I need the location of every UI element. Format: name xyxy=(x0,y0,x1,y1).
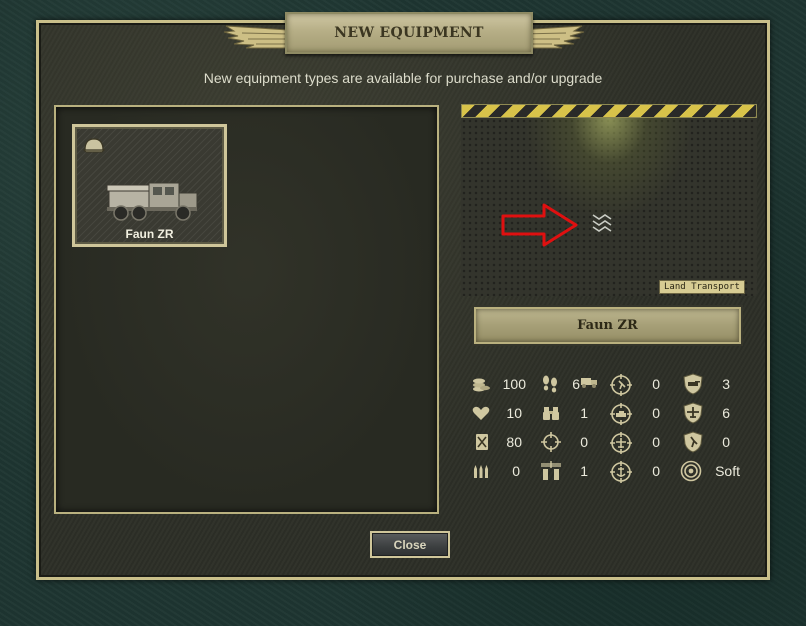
dialog-title: NEW EQUIPMENT xyxy=(334,25,484,41)
coins-icon xyxy=(473,378,490,392)
stat-movement-value: 6 xyxy=(572,376,580,392)
stat-ammo-value: 0 xyxy=(512,463,520,479)
binoculars-icon xyxy=(543,407,559,420)
unit-card-name: Faun ZR xyxy=(125,227,174,241)
title-plate: NEW EQUIPMENT xyxy=(285,12,533,54)
initiative-icon xyxy=(541,461,561,480)
selected-unit-name: Faun ZR xyxy=(577,318,638,333)
close-button[interactable]: Close xyxy=(370,531,450,558)
truck-movement-icon xyxy=(581,378,597,388)
stat-initiative-value: 1 xyxy=(580,463,588,479)
air-attack-icon xyxy=(610,432,632,454)
selected-unit-name-plate: Faun ZR xyxy=(474,307,741,344)
air-defense-shield-icon xyxy=(683,402,703,424)
target-type-icon xyxy=(680,460,702,482)
stat-cost-value: 100 xyxy=(502,376,526,392)
heart-icon xyxy=(472,406,490,420)
stat-spotting-value: 1 xyxy=(580,405,588,421)
fuel-icon xyxy=(476,434,488,450)
stat-air-attack-value: 0 xyxy=(652,434,660,450)
soft-target-attack-icon xyxy=(610,374,632,396)
red-arrow-annotation-icon xyxy=(501,203,578,247)
crosshair-range-icon xyxy=(541,432,561,452)
close-defense-shield-icon xyxy=(683,431,703,453)
dialog-subtitle: New equipment types are available for pu… xyxy=(203,70,603,86)
naval-attack-icon xyxy=(610,461,632,483)
ammo-icon xyxy=(474,465,488,478)
stat-naval-attack-value: 0 xyxy=(652,463,660,479)
hard-target-attack-icon xyxy=(610,403,632,425)
helmet-icon xyxy=(83,138,105,153)
unit-class-badge: Land Transport xyxy=(659,280,745,294)
unit-card-faun-zr[interactable]: Faun ZR xyxy=(72,124,227,247)
stat-air-defense-value: 6 xyxy=(722,405,730,421)
hazard-stripe-bar xyxy=(461,104,757,118)
stat-close-defense-value: 0 xyxy=(722,434,730,450)
stat-target-type-value: Soft xyxy=(715,463,740,479)
stat-fuel-value: 80 xyxy=(506,434,522,450)
ground-defense-shield-icon xyxy=(683,373,703,395)
stat-ground-defense-value: 3 xyxy=(722,376,730,392)
stat-range-value: 0 xyxy=(580,434,588,450)
stat-hard-attack-value: 0 xyxy=(652,405,660,421)
wing-ornament-left-icon xyxy=(224,25,288,49)
unit-placeholder-icon xyxy=(592,214,612,232)
footprints-icon xyxy=(543,375,557,393)
stat-soft-attack-value: 0 xyxy=(652,376,660,392)
truck-icon xyxy=(106,182,198,221)
stat-strength-value: 10 xyxy=(506,405,522,421)
